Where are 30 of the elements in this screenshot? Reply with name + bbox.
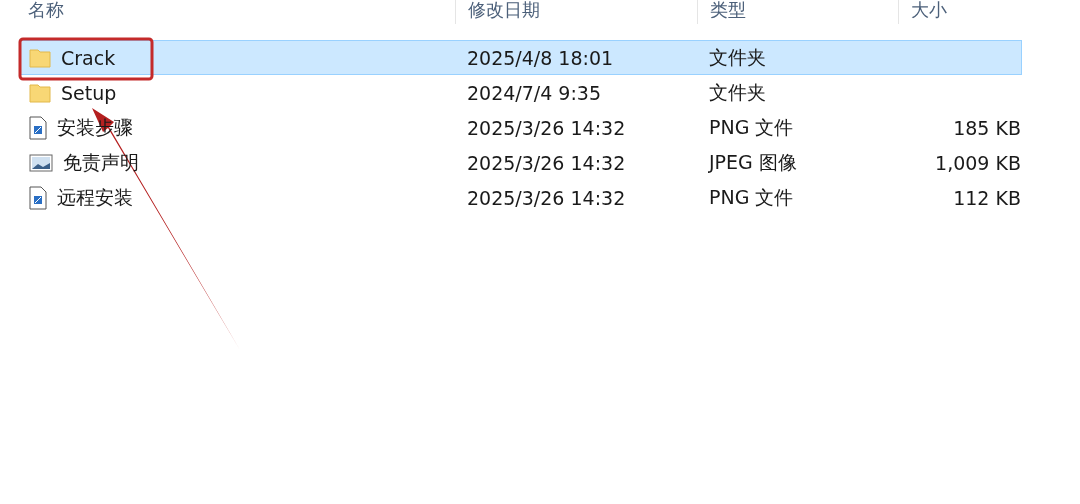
modified-date: 2024/7/4 9:35 <box>466 81 602 104</box>
file-name: 远程安装 <box>57 184 133 210</box>
modified-date: 2025/3/26 14:32 <box>466 116 626 139</box>
modified-date: 2025/3/26 14:32 <box>466 151 626 174</box>
file-type: PNG 文件 <box>708 185 794 208</box>
file-size: 112 KB <box>952 186 1022 209</box>
modified-date: 2025/3/26 14:32 <box>466 186 626 209</box>
file-name: Setup <box>61 81 117 104</box>
image-file-icon <box>29 185 47 210</box>
file-type: 文件夹 <box>708 80 766 103</box>
file-name: Crack <box>61 46 116 69</box>
file-type: JPEG 图像 <box>707 150 797 173</box>
file-type: PNG 文件 <box>708 115 794 138</box>
column-header[interactable]: 大小 <box>898 0 1030 24</box>
column-header[interactable]: 名称 <box>28 0 455 24</box>
column-header[interactable]: 类型 <box>697 0 898 24</box>
file-size: 185 KB <box>952 116 1022 139</box>
file-type: 文件夹 <box>708 45 766 68</box>
image-file-icon <box>29 115 47 140</box>
file-row[interactable]: Crack 2025/4/8 18:01 文件夹 <box>20 40 1022 75</box>
photo-file-icon <box>29 152 53 173</box>
file-size: 1,009 KB <box>934 151 1022 174</box>
folder-icon <box>29 46 51 69</box>
file-row[interactable]: Setup 2024/7/4 9:35 文件夹 <box>20 75 1022 110</box>
column-header[interactable]: 修改日期 <box>455 0 697 24</box>
file-row[interactable]: 安装步骤 2025/3/26 14:32 PNG 文件 185 KB <box>20 110 1022 145</box>
file-row[interactable]: 远程安装 2025/3/26 14:32 PNG 文件 112 KB <box>20 180 1022 215</box>
file-name: 安装步骤 <box>57 114 133 140</box>
modified-date: 2025/4/8 18:01 <box>466 46 614 69</box>
folder-icon <box>29 81 51 104</box>
